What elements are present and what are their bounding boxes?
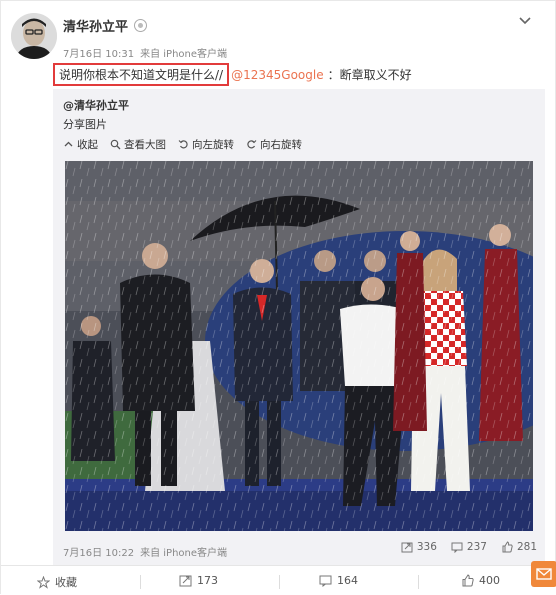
like-icon [462, 574, 474, 587]
collapse-icon [64, 141, 73, 147]
repost-count: 173 [197, 574, 218, 587]
repost-forward-count: 336 [416, 541, 437, 553]
repost-text: 分享图片 [63, 118, 107, 131]
repost-author[interactable]: @清华孙立平 [63, 97, 129, 113]
star-icon [37, 575, 50, 589]
comment-count: 164 [337, 574, 358, 587]
collapse-button[interactable]: 收起 [63, 137, 98, 152]
author-name[interactable]: 清华孙立平 [63, 16, 148, 35]
repost-icon [401, 542, 413, 553]
image-toolbar: 收起 查看大图 向左旋转 向右旋转 [63, 137, 302, 152]
rotate-left-icon [178, 140, 188, 149]
repost-source: 来自 iPhone客户端 [140, 548, 228, 559]
rotate-left-button[interactable]: 向左旋转 [178, 137, 234, 152]
post-photo[interactable] [65, 161, 533, 531]
repost-button[interactable]: 173 [179, 574, 218, 587]
post-text-rest: ：断章取义不好 [327, 68, 412, 82]
like-button[interactable]: 400 [461, 574, 500, 587]
weibo-post-card: 清华孙立平 7月16日 10:31 来自 iPhone客户端 说明你根本不知道文… [0, 0, 556, 595]
repost-meta: 7月16日 10:22 来自 iPhone客户端 [63, 544, 227, 559]
author-link[interactable]: 清华孙立平 [63, 16, 128, 35]
rotate-left-label: 向左旋转 [192, 139, 234, 151]
rotate-right-label: 向右旋转 [260, 139, 302, 151]
chevron-down-icon[interactable] [517, 13, 533, 29]
comment-button[interactable]: 164 [319, 574, 358, 587]
view-large-label: 查看大图 [124, 139, 166, 151]
mention-link[interactable]: @12345Google [231, 68, 324, 82]
comment-icon [319, 575, 332, 587]
comment-icon [451, 542, 463, 553]
repost-forward-stat[interactable]: 336 [401, 541, 437, 553]
post-body: 说明你根本不知道文明是什么// @12345Google ：断章取义不好 [53, 63, 412, 86]
rotate-right-button[interactable]: 向右旋转 [246, 137, 302, 152]
repost-time[interactable]: 7月16日 10:22 [63, 544, 134, 559]
post-time[interactable]: 7月16日 10:31 [63, 45, 134, 60]
rotate-right-icon [247, 140, 257, 149]
avatar[interactable] [11, 13, 57, 59]
message-button[interactable] [531, 561, 556, 587]
action-bar: 收藏 173 164 400 [1, 565, 556, 595]
repost-like-count: 281 [516, 541, 537, 553]
favorite-label: 收藏 [55, 576, 77, 589]
post-source: 来自 iPhone客户端 [140, 49, 228, 60]
repost-like-stat[interactable]: 281 [501, 541, 537, 553]
repost-card: @清华孙立平 分享图片 收起 查看大图 向左旋转 向右旋转 7月16日 10:2… [53, 89, 545, 565]
repost-comment-stat[interactable]: 237 [451, 541, 487, 553]
verified-badge-icon [134, 19, 148, 32]
like-count: 400 [479, 574, 500, 587]
collapse-label: 收起 [77, 139, 98, 151]
repost-comment-count: 237 [466, 541, 487, 553]
repost-stats: 336 237 281 [401, 541, 537, 553]
highlighted-text: 说明你根本不知道文明是什么// [53, 63, 230, 86]
like-icon [502, 541, 513, 553]
divider [140, 575, 141, 589]
post-meta: 7月16日 10:31 来自 iPhone客户端 [63, 45, 227, 60]
divider [418, 575, 419, 589]
zoom-icon [110, 139, 121, 150]
divider [279, 575, 280, 589]
favorite-button[interactable]: 收藏 [37, 574, 77, 590]
mail-icon [536, 568, 552, 580]
view-large-button[interactable]: 查看大图 [110, 137, 166, 152]
repost-icon [179, 575, 192, 587]
